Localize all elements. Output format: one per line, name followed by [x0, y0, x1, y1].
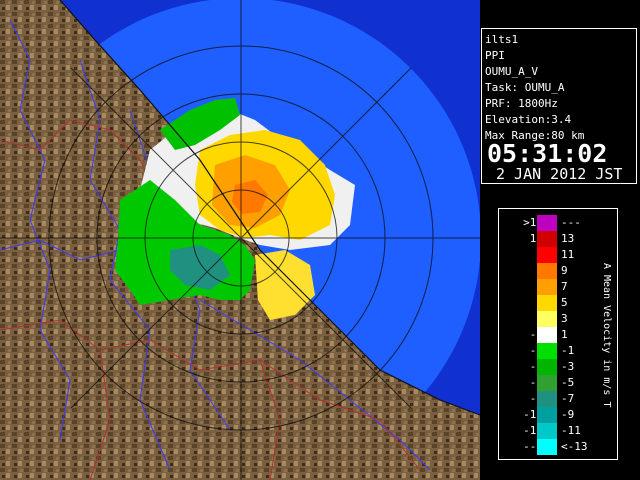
legend-color-swatch — [537, 359, 557, 375]
scan-date: 2 JAN 2012 JST — [496, 165, 623, 183]
task-label: Task: OUMU_A — [485, 81, 565, 94]
legend-high-value: -5 — [561, 376, 575, 389]
legend-color-swatch — [537, 247, 557, 263]
legend-row: 57 — [499, 279, 599, 295]
legend-high-value: -7 — [561, 392, 575, 405]
legend-color-swatch — [537, 375, 557, 391]
legend-color-swatch — [537, 407, 557, 423]
legend-high-value: 1 — [561, 328, 568, 341]
legend-row: -3-1 — [499, 343, 599, 359]
product-type: PPI — [485, 49, 505, 62]
legend-high-value: 7 — [561, 280, 568, 293]
info-panel: ilts1 PPI OUMU_A_V Task: OUMU_A PRF: 180… — [481, 28, 637, 184]
legend-high-value: --- — [561, 216, 581, 229]
legend-row: 911 — [499, 247, 599, 263]
legend-row: 79 — [499, 263, 599, 279]
legend-high-value: -1 — [561, 344, 575, 357]
legend-high-value: 5 — [561, 296, 568, 309]
velocity-legend: >13---111391179573513-11-3-1-5-3-7-5-9-7… — [498, 208, 618, 460]
site-name: ilts1 — [485, 33, 519, 46]
legend-color-swatch — [537, 343, 557, 359]
legend-title: A Mean Velocity in m/s T — [595, 213, 615, 457]
legend-high-value: -9 — [561, 408, 575, 421]
legend-title-text: Mean Velocity in m/s — [601, 274, 612, 396]
legend-color-swatch — [537, 327, 557, 343]
elevation-label: Elevation:3.4 — [485, 113, 572, 126]
legend-row: >13 --- — [499, 215, 599, 231]
product-name: OUMU_A_V — [485, 65, 538, 78]
legend-color-swatch — [537, 231, 557, 247]
legend-color-swatch — [537, 311, 557, 327]
legend-row: -7-5 — [499, 375, 599, 391]
legend-color-swatch — [537, 279, 557, 295]
legend-color-swatch — [537, 439, 557, 455]
legend-row: -11 — [499, 327, 599, 343]
legend-high-value: -3 — [561, 360, 575, 373]
legend-color-swatch — [537, 391, 557, 407]
legend-row: 35 — [499, 295, 599, 311]
legend-color-swatch — [537, 295, 557, 311]
radar-ppi-display[interactable] — [0, 0, 480, 480]
legend-row: 1113 — [499, 231, 599, 247]
legend-row: -13 -11 — [499, 423, 599, 439]
legend-row: -5-3 — [499, 359, 599, 375]
legend-high-value: 11 — [561, 248, 575, 261]
legend-row: -11 -9 — [499, 407, 599, 423]
legend-top-marker: A — [601, 262, 612, 269]
legend-color-swatch — [537, 215, 557, 231]
legend-high-value: -11 — [561, 424, 581, 437]
legend-high-value: 13 — [561, 232, 575, 245]
legend-row: -9-7 — [499, 391, 599, 407]
legend-row: 13 — [499, 311, 599, 327]
legend-high-value: 3 — [561, 312, 568, 325]
scan-time: 05:31:02 — [487, 139, 608, 168]
legend-color-swatch — [537, 423, 557, 439]
legend-row: --- <-13 — [499, 439, 599, 455]
legend-high-value: 9 — [561, 264, 568, 277]
prf-label: PRF: 1800Hz — [485, 97, 558, 110]
legend-color-swatch — [537, 263, 557, 279]
legend-high-value: <-13 — [561, 440, 588, 453]
legend-bottom-marker: T — [601, 401, 612, 408]
